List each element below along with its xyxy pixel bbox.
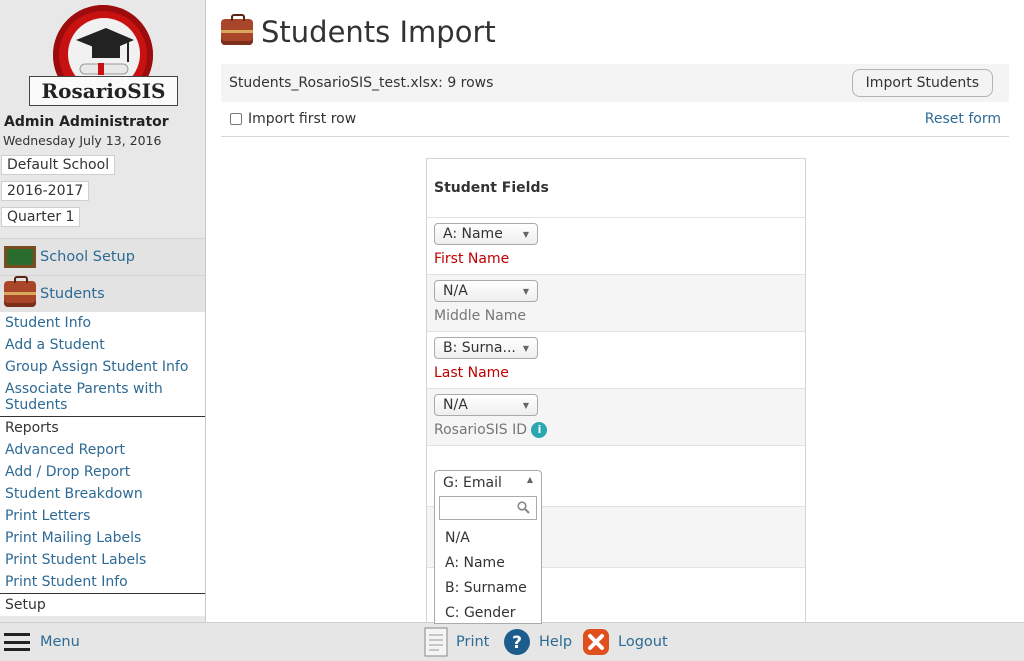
info-icon[interactable]: i bbox=[531, 422, 548, 438]
submenu-add-student[interactable]: Add a Student bbox=[0, 334, 205, 356]
page-header: Students Import bbox=[221, 0, 1009, 64]
submenu-reports-heading: Reports bbox=[0, 416, 205, 439]
field-label-rosariosis-id: RosarioSIS ID i bbox=[434, 421, 798, 439]
chevron-down-icon: ▼ bbox=[522, 400, 529, 410]
table-header: Student Fields bbox=[427, 159, 805, 218]
submenu-print-letters[interactable]: Print Letters bbox=[0, 505, 205, 527]
dropdown-option[interactable]: A: Name bbox=[435, 551, 541, 576]
dropdown-option[interactable]: B: Surname bbox=[435, 576, 541, 601]
submenu-student-breakdown[interactable]: Student Breakdown bbox=[0, 483, 205, 505]
chevron-down-icon: ▼ bbox=[522, 343, 529, 353]
user-name: Admin Administrator bbox=[4, 114, 169, 130]
menu-school-setup-label: School Setup bbox=[40, 249, 135, 265]
import-first-row-label: Import first row bbox=[248, 111, 357, 127]
students-submenu: Student Info Add a Student Group Assign … bbox=[0, 312, 205, 616]
menu-button[interactable]: Menu bbox=[4, 633, 80, 651]
column-select-middle-name[interactable]: N/A ▼ bbox=[434, 280, 538, 302]
table-row: A: Name ▼ First Name bbox=[427, 218, 805, 275]
submenu-setup-heading: Setup bbox=[0, 593, 205, 616]
chevron-down-icon: ▼ bbox=[522, 286, 529, 296]
help-label: Help bbox=[539, 634, 573, 650]
column-select-value: A: Name bbox=[443, 226, 503, 242]
dropdown-option[interactable]: C: Gender bbox=[435, 601, 541, 623]
current-date: Wednesday July 13, 2016 bbox=[3, 133, 162, 148]
field-label-text: RosarioSIS ID bbox=[434, 422, 528, 438]
dropdown-option[interactable]: N/A bbox=[435, 526, 541, 551]
search-icon bbox=[517, 501, 530, 514]
options-bar: Import first row Reset form bbox=[221, 102, 1009, 137]
field-label-first-name: First Name bbox=[434, 251, 510, 267]
print-button[interactable]: Print bbox=[424, 627, 489, 657]
menu-label: Menu bbox=[40, 634, 80, 650]
dropdown-selected[interactable]: G: Email ▲ bbox=[435, 471, 541, 491]
table-row: N/A ▼ RosarioSIS ID i bbox=[427, 389, 805, 446]
print-icon bbox=[424, 627, 448, 657]
column-select-value: B: Surna... bbox=[443, 340, 516, 356]
chevron-up-icon: ▲ bbox=[526, 475, 533, 484]
menu-students-label: Students bbox=[40, 286, 105, 302]
hamburger-icon bbox=[4, 633, 30, 651]
file-info: Students_RosarioSIS_test.xlsx: 9 rows bbox=[229, 75, 494, 91]
field-label-middle-name: Middle Name bbox=[434, 308, 526, 324]
briefcase-icon bbox=[221, 14, 253, 45]
print-label: Print bbox=[456, 634, 490, 650]
chalkboard-icon bbox=[4, 246, 36, 268]
column-select-value: N/A bbox=[443, 397, 468, 413]
sidebar: RosarioSIS Admin Administrator Wednesday… bbox=[0, 0, 206, 622]
submenu-advanced-report[interactable]: Advanced Report bbox=[0, 439, 205, 461]
column-select-rosariosis-id[interactable]: N/A ▼ bbox=[434, 394, 538, 416]
import-first-row-checkbox[interactable] bbox=[230, 113, 242, 125]
file-info-bar: Students_RosarioSIS_test.xlsx: 9 rows Im… bbox=[221, 64, 1009, 102]
school-year-select[interactable]: 2016-2017 bbox=[1, 181, 90, 201]
menu-school-setup[interactable]: School Setup bbox=[0, 238, 205, 275]
page-title: Students Import bbox=[261, 15, 496, 49]
svg-text:?: ? bbox=[512, 633, 522, 653]
submenu-print-student-info[interactable]: Print Student Info bbox=[0, 571, 205, 593]
table-row: B: Surna... ▼ Last Name bbox=[427, 332, 805, 389]
column-select-last-name[interactable]: B: Surna... ▼ bbox=[434, 337, 538, 359]
dropdown-search-input[interactable] bbox=[439, 496, 537, 520]
chevron-down-icon: ▼ bbox=[522, 229, 529, 239]
reset-form-link[interactable]: Reset form bbox=[925, 111, 1001, 127]
import-first-row-option[interactable]: Import first row bbox=[230, 111, 356, 127]
help-button[interactable]: ? Help bbox=[503, 628, 572, 656]
field-label-last-name: Last Name bbox=[434, 365, 509, 381]
help-icon: ? bbox=[504, 629, 530, 655]
submenu-print-mailing-labels[interactable]: Print Mailing Labels bbox=[0, 527, 205, 549]
logout-label: Logout bbox=[618, 634, 668, 650]
briefcase-icon bbox=[4, 276, 36, 307]
main-content: Students Import Students_RosarioSIS_test… bbox=[221, 0, 1009, 622]
column-select-value: N/A bbox=[443, 283, 468, 299]
column-select-first-name[interactable]: A: Name ▼ bbox=[434, 223, 538, 245]
submenu-student-info[interactable]: Student Info bbox=[0, 312, 205, 334]
logout-button[interactable]: Logout bbox=[582, 628, 668, 656]
submenu-group-assign[interactable]: Group Assign Student Info bbox=[0, 356, 205, 378]
logo-text: RosarioSIS bbox=[29, 76, 178, 106]
logo[interactable]: RosarioSIS bbox=[0, 0, 205, 110]
table-row: N/A ▼ Middle Name bbox=[427, 275, 805, 332]
dropdown-selected-value: G: Email bbox=[443, 475, 502, 491]
column-select-dropdown[interactable]: G: Email ▲ N/A A: Name B: Surname C: Gen… bbox=[434, 470, 542, 624]
import-students-button[interactable]: Import Students bbox=[851, 69, 993, 97]
submenu-add-drop-report[interactable]: Add / Drop Report bbox=[0, 461, 205, 483]
marking-period-select[interactable]: Quarter 1 bbox=[1, 207, 81, 227]
school-select[interactable]: Default School bbox=[1, 155, 116, 175]
footer-bar: Menu Print ? Help Logout bbox=[0, 622, 1024, 661]
submenu-associate-parents[interactable]: Associate Parents with Students bbox=[0, 378, 205, 416]
close-icon bbox=[583, 629, 609, 655]
menu-students[interactable]: Students bbox=[0, 275, 205, 312]
submenu-print-student-labels[interactable]: Print Student Labels bbox=[0, 549, 205, 571]
